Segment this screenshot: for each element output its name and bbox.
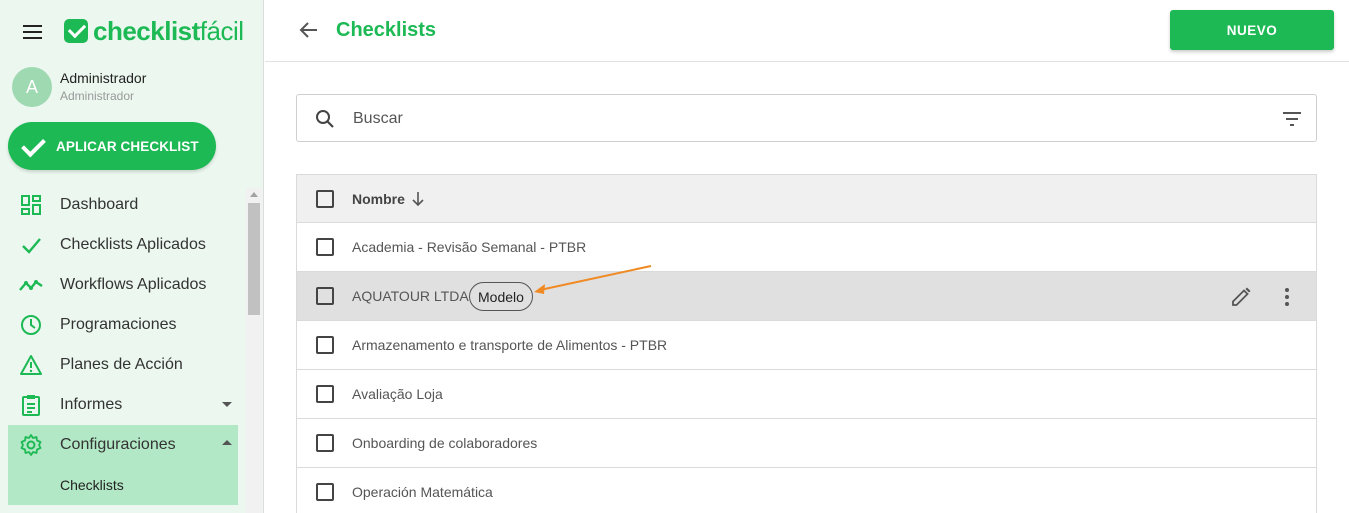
sidebar-item-label: Programaciones (60, 316, 177, 333)
new-button[interactable]: NUEVO (1170, 10, 1334, 50)
row-checkbox[interactable] (316, 483, 334, 501)
menu-icon[interactable] (23, 25, 42, 39)
page-title: Checklists (336, 19, 437, 41)
report-icon (18, 393, 44, 417)
chevron-up-icon (222, 440, 232, 445)
table-row[interactable]: Onboarding de colaboradores (297, 419, 1316, 468)
chevron-down-icon (222, 402, 232, 407)
row-checkbox[interactable] (316, 238, 334, 256)
user-name: Administrador (60, 70, 147, 86)
sidebar-nav: Dashboard Checklists Aplicados Workflows… (8, 185, 238, 505)
scrollbar-thumb[interactable] (248, 203, 260, 315)
row-checkbox[interactable] (316, 385, 334, 403)
table-header-row: Nombre (297, 175, 1316, 223)
page-header: Checklists NUEVO (265, 0, 1349, 62)
dashboard-icon (18, 193, 44, 217)
avatar[interactable]: A (12, 67, 52, 107)
logo-text-light: fácil (199, 15, 244, 46)
row-name: Avaliação Loja (352, 386, 443, 402)
clock-icon (18, 313, 44, 337)
sidebar-item-informes[interactable]: Informes (8, 385, 238, 425)
row-name: Operación Matemática (352, 484, 493, 500)
sidebar-scrollbar[interactable] (246, 188, 262, 513)
sidebar-item-label: Workflows Aplicados (60, 276, 207, 293)
gear-icon (18, 433, 44, 457)
modelo-badge: Modelo (469, 282, 533, 311)
sidebar-item-label: Configuraciones (60, 436, 176, 453)
search-bar (296, 94, 1317, 142)
sidebar-item-programaciones[interactable]: Programaciones (8, 305, 238, 345)
sidebar-subitem-checklists[interactable]: Checklists (8, 465, 238, 505)
sidebar-item-workflows-aplicados[interactable]: Workflows Aplicados (8, 265, 238, 305)
logo-text-bold: checklist (93, 15, 200, 46)
search-icon (315, 109, 335, 129)
sidebar-item-label: Informes (60, 396, 123, 413)
column-header-nombre[interactable]: Nombre (352, 191, 425, 207)
sidebar-item-label: Dashboard (60, 196, 139, 213)
sidebar: checklistfácil A Administrador Administr… (0, 0, 264, 513)
select-all-checkbox[interactable] (316, 190, 334, 208)
logo[interactable]: checklistfácil (64, 16, 244, 46)
back-arrow-icon[interactable] (299, 20, 319, 40)
scroll-up-icon[interactable] (250, 192, 258, 197)
check-icon (18, 233, 44, 257)
user-role: Administrador (60, 89, 135, 103)
sidebar-item-label: Planes de Acción (60, 356, 183, 373)
table-row[interactable]: Armazenamento e transporte de Alimentos … (297, 321, 1316, 370)
check-icon (20, 136, 46, 156)
checklists-table: Nombre Academia - Revisão Semanal - PTBR… (296, 174, 1317, 513)
logo-check-icon (64, 19, 88, 43)
sidebar-item-dashboard[interactable]: Dashboard (8, 185, 238, 225)
filter-icon[interactable] (1282, 109, 1302, 129)
apply-checklist-button[interactable]: APLICAR CHECKLIST (8, 122, 216, 170)
edit-icon[interactable] (1230, 286, 1252, 308)
table-row[interactable]: AQUATOUR LTDA Modelo (297, 272, 1316, 321)
more-vertical-icon[interactable] (1276, 286, 1298, 308)
search-input[interactable] (353, 105, 1253, 133)
row-name: Onboarding de colaboradores (352, 435, 538, 451)
sidebar-item-checklists-aplicados[interactable]: Checklists Aplicados (8, 225, 238, 265)
row-name: Academia - Revisão Semanal - PTBR (352, 239, 587, 255)
arrow-down-icon (412, 191, 424, 206)
sidebar-item-planes-de-accion[interactable]: Planes de Acción (8, 345, 238, 385)
table-row[interactable]: Avaliação Loja (297, 370, 1316, 419)
apply-checklist-label: APLICAR CHECKLIST (56, 138, 199, 154)
trending-icon (18, 273, 44, 297)
row-checkbox[interactable] (316, 434, 334, 452)
row-name: AQUATOUR LTDA (352, 288, 469, 304)
row-name: Armazenamento e transporte de Alimentos … (352, 337, 668, 353)
column-header-label: Nombre (352, 190, 405, 207)
sidebar-item-label: Checklists Aplicados (60, 236, 206, 253)
sidebar-item-configuraciones[interactable]: Configuraciones (8, 425, 238, 465)
row-checkbox[interactable] (316, 336, 334, 354)
table-row[interactable]: Academia - Revisão Semanal - PTBR (297, 223, 1316, 272)
row-checkbox[interactable] (316, 287, 334, 305)
table-row[interactable]: Operación Matemática (297, 468, 1316, 513)
warning-icon (18, 353, 44, 377)
